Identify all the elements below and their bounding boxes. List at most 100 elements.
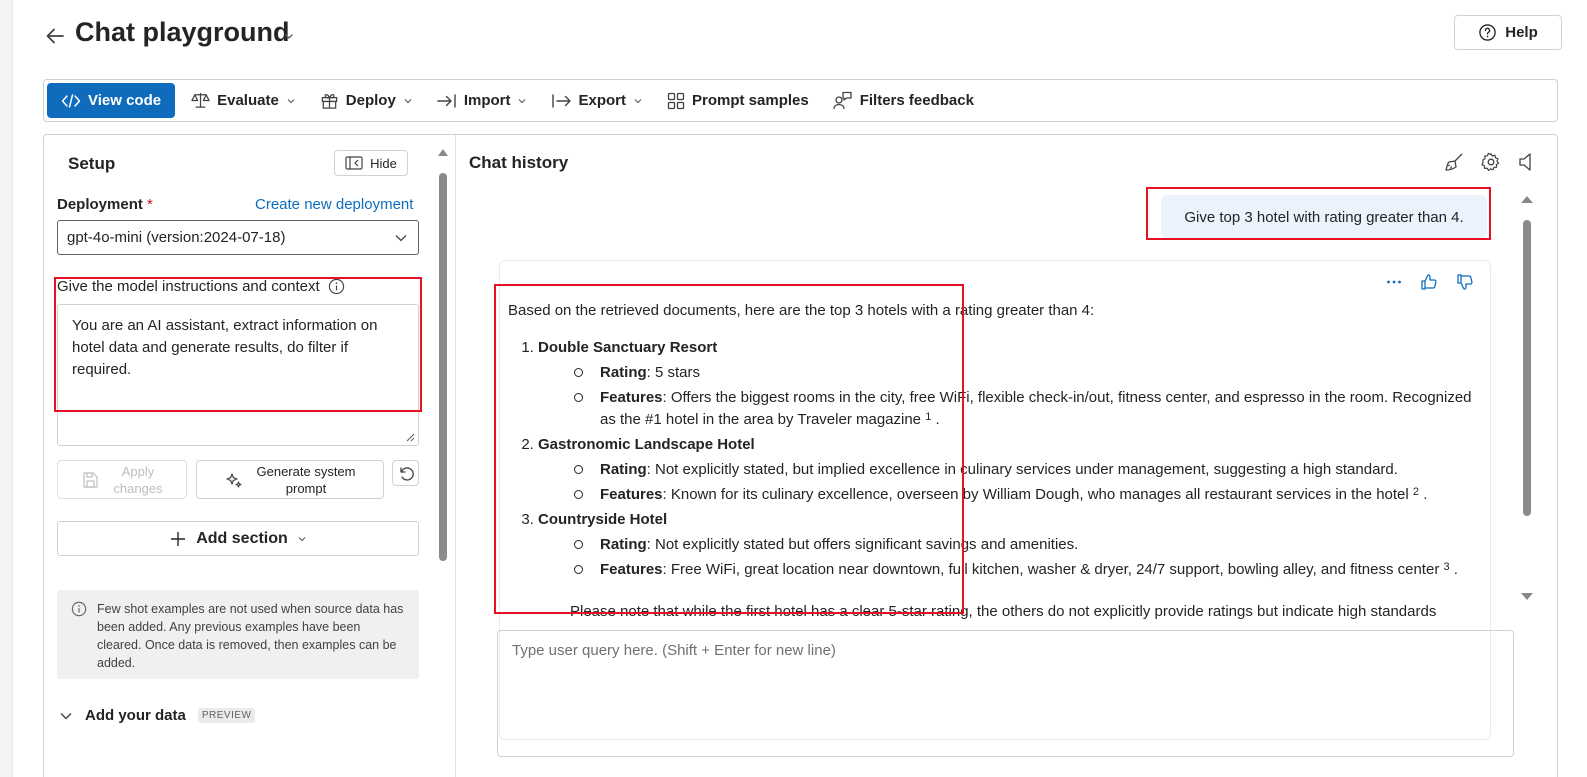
thumbs-up-icon[interactable] (1420, 273, 1438, 291)
rating-key: Rating (600, 461, 647, 478)
apply-changes-button[interactable]: Apply changes (57, 460, 187, 499)
assistant-message-text: Based on the retrieved documents, here a… (508, 300, 1478, 623)
chevron-down-icon (403, 96, 413, 106)
add-your-data-section-toggle[interactable]: Add your data PREVIEW (59, 707, 256, 724)
chevron-down-icon (517, 96, 527, 106)
deployment-select[interactable]: gpt-4o-mini (version:2024-07-18) (57, 220, 419, 255)
add-section-button[interactable]: Add section (57, 521, 419, 556)
broom-clear-icon[interactable] (1445, 152, 1465, 172)
answer-intro: Based on the retrieved documents, here a… (508, 302, 1095, 319)
thumbs-down-icon[interactable] (1456, 273, 1474, 291)
deployment-label: Deployment * (57, 196, 153, 213)
chevron-down-icon (394, 231, 408, 245)
panel-divider[interactable] (455, 135, 456, 777)
info-text: Few shot examples are not used when sour… (97, 602, 404, 670)
citation-ref[interactable]: 1 (925, 411, 931, 423)
system-message-textarea[interactable]: You are an AI assistant, extract informa… (57, 304, 419, 446)
features-value: : Offers the biggest rooms in the city, … (600, 389, 1472, 428)
user-query-input[interactable]: Type user query here. (Shift + Enter for… (497, 630, 1514, 757)
chat-playground-page: Chat playground Help View code Evaluate … (12, 0, 1587, 777)
apply-changes-label: Apply changes (113, 463, 162, 497)
gear-icon[interactable] (1481, 152, 1501, 172)
evaluate-label: Evaluate (217, 92, 279, 109)
help-label: Help (1505, 24, 1538, 41)
setup-scrollbar-thumb[interactable] (439, 173, 447, 561)
back-arrow-icon[interactable] (44, 25, 66, 47)
collapse-panel-icon (345, 156, 363, 170)
features-key: Features (600, 486, 663, 503)
list-item: Rating: Not explicitly stated but offers… (570, 534, 1478, 556)
view-code-label: View code (88, 92, 162, 109)
info-icon[interactable] (328, 278, 345, 295)
prompt-samples-button[interactable]: Prompt samples (655, 83, 821, 118)
chevron-down-icon[interactable] (283, 30, 295, 42)
setup-scrollbar[interactable] (437, 147, 449, 567)
generate-label-line1: Generate system (256, 463, 356, 479)
deploy-button[interactable]: Deploy (308, 83, 425, 118)
chevron-down-icon (297, 534, 307, 544)
hotel-name: Gastronomic Landscape Hotel (538, 436, 755, 453)
chevron-down-icon (59, 709, 73, 723)
list-item: Double Sanctuary Resort Rating: 5 stars … (538, 337, 1478, 431)
deployment-label-text: Deployment (57, 196, 143, 213)
scroll-up-icon (1521, 196, 1533, 203)
import-icon (437, 93, 457, 109)
chevron-down-icon (286, 96, 296, 106)
view-code-button[interactable]: View code (47, 83, 176, 118)
rating-value: : Not explicitly stated but offers signi… (646, 536, 1079, 553)
grid-icon (667, 92, 685, 110)
hide-button[interactable]: Hide (334, 150, 408, 176)
reset-button[interactable] (392, 460, 419, 486)
citation-ref[interactable]: 3 (1443, 561, 1449, 573)
scroll-down-icon (1521, 593, 1533, 600)
filters-feedback-button[interactable]: Filters feedback (821, 83, 986, 118)
apply-label-line1: Apply (121, 463, 155, 479)
preview-badge: PREVIEW (197, 708, 256, 723)
export-button[interactable]: Export (539, 83, 655, 118)
list-item: Rating: Not explicitly stated, but impli… (570, 459, 1478, 481)
prompt-samples-label: Prompt samples (692, 92, 809, 109)
rating-value: : Not explicitly stated, but implied exc… (646, 461, 1398, 478)
more-options-icon[interactable] (1386, 279, 1402, 285)
import-button[interactable]: Import (425, 83, 540, 118)
required-mark: * (147, 196, 153, 213)
hotel-list: Double Sanctuary Resort Rating: 5 stars … (508, 337, 1478, 581)
user-message-bubble: Give top 3 hotel with rating greater tha… (1161, 195, 1487, 239)
code-icon (61, 93, 81, 109)
toolbar: View code Evaluate Deploy Import Export … (43, 79, 1558, 122)
citation-ref[interactable]: 2 (1413, 486, 1419, 498)
rating-key: Rating (600, 364, 647, 381)
apply-label-line2: changes (113, 480, 163, 496)
add-section-label: Add section (196, 529, 288, 547)
user-message-text: Give top 3 hotel with rating greater tha… (1184, 208, 1464, 226)
create-new-deployment-link[interactable]: Create new deployment (255, 196, 413, 213)
features-key: Features (600, 389, 663, 406)
speaker-icon[interactable] (1517, 152, 1535, 172)
undo-icon (397, 464, 415, 482)
system-message-text: You are an AI assistant, extract informa… (72, 317, 378, 378)
rating-key: Rating (600, 536, 647, 553)
hide-label: Hide (370, 155, 397, 171)
features-value: : Known for its culinary excellence, ove… (662, 486, 1409, 503)
generate-label-line2: prompt (285, 480, 327, 496)
query-placeholder: Type user query here. (Shift + Enter for… (512, 642, 836, 659)
import-label: Import (463, 92, 511, 109)
resize-handle-icon[interactable] (405, 432, 415, 442)
help-icon (1478, 23, 1497, 42)
chat-scrollbar-thumb[interactable] (1523, 220, 1531, 516)
filters-feedback-label: Filters feedback (859, 92, 974, 109)
generate-system-prompt-button[interactable]: Generate system prompt (196, 460, 384, 499)
list-item: Features: Offers the biggest rooms in th… (570, 387, 1478, 431)
help-button[interactable]: Help (1454, 15, 1562, 50)
plus-icon (169, 530, 187, 548)
list-item: Features: Free WiFi, great location near… (570, 559, 1478, 581)
answer-note: Please note that while the first hotel h… (570, 603, 1437, 620)
scales-icon (191, 91, 210, 110)
instructions-label: Give the model instructions and context (57, 278, 345, 295)
chat-scrollbar[interactable] (1519, 193, 1535, 608)
sparkle-icon (225, 471, 243, 489)
evaluate-button[interactable]: Evaluate (179, 83, 308, 118)
hotel-name: Countryside Hotel (538, 511, 668, 528)
export-icon (551, 93, 572, 109)
info-icon (71, 601, 87, 617)
